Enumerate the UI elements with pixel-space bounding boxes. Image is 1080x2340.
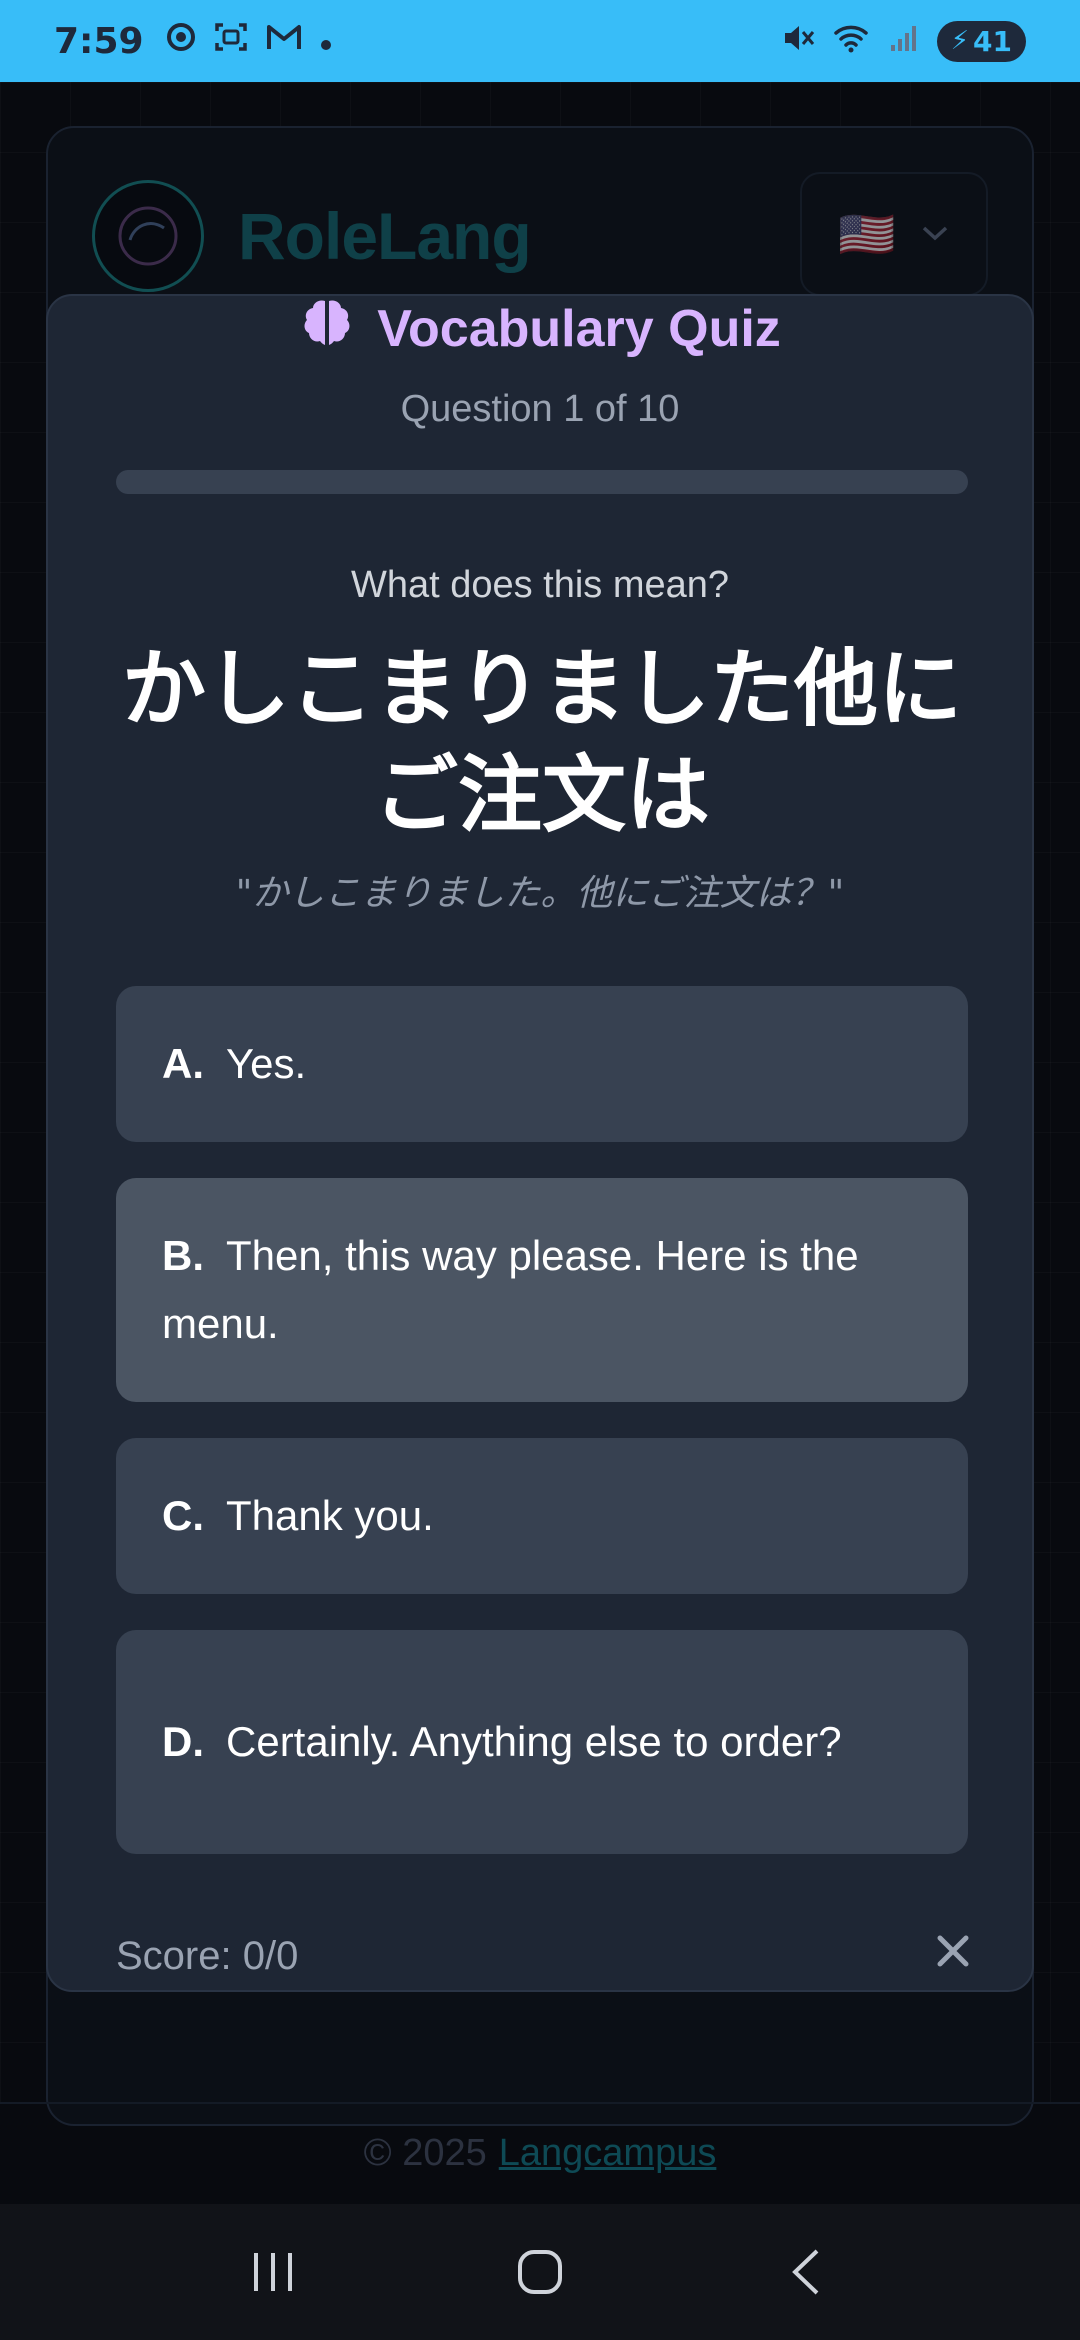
question-prompt: What does this mean?: [350, 564, 730, 606]
screenshot-icon: [214, 22, 248, 60]
chevron-down-icon: [920, 217, 950, 251]
battery-icon: ⚡ 41: [936, 20, 1026, 62]
question-counter: Question 1 of 10: [400, 388, 680, 430]
option-text: Yes.: [226, 1040, 307, 1087]
recent-apps-button[interactable]: [233, 2232, 313, 2312]
option-c-button[interactable]: C. Thank you.: [116, 1438, 968, 1594]
phrase-quote: "かしこまりました。他にご注文は？": [235, 873, 845, 914]
home-button[interactable]: [500, 2232, 580, 2312]
option-text: Certainly. Anything else to order?: [226, 1718, 842, 1765]
status-bar: 7:59 ⚡ 41: [0, 0, 1080, 82]
wifi-icon: [833, 22, 871, 61]
quiz-modal: Vocabulary Quiz Question 1 of 10 What do…: [46, 294, 1034, 1992]
quiz-title: Vocabulary Quiz: [48, 296, 1032, 362]
chrome-icon: [166, 22, 196, 60]
quiz-title-text: Vocabulary Quiz: [377, 300, 781, 358]
mute-icon: [781, 22, 815, 61]
brand-title: RoleLang: [238, 199, 532, 273]
option-letter: A.: [162, 1040, 204, 1087]
option-b-button[interactable]: B. Then, this way please. Here is the men…: [116, 1178, 968, 1402]
us-flag-icon: 🇺🇸: [838, 207, 896, 260]
option-d-button[interactable]: D. Certainly. Anything else to order?: [116, 1630, 968, 1854]
gmail-icon: [266, 23, 302, 59]
navigation-bar: [0, 2204, 1080, 2340]
brain-icon: [299, 296, 355, 364]
back-button[interactable]: [767, 2232, 847, 2312]
signal-icon: [889, 23, 919, 60]
option-a-button[interactable]: A. Yes.: [116, 986, 968, 1142]
battery-level: 41: [973, 24, 1012, 58]
option-letter: B.: [162, 1232, 204, 1279]
footer: © 2025 Langcampus: [0, 2102, 1080, 2202]
progress-bar: [116, 470, 968, 494]
close-icon[interactable]: [928, 1926, 978, 1976]
app-logo: [92, 180, 204, 292]
option-letter: D.: [162, 1718, 204, 1765]
option-text: Then, this way please. Here is the menu.: [162, 1232, 859, 1347]
option-letter: C.: [162, 1492, 204, 1539]
dot-icon: [320, 24, 332, 59]
score-display: Score: 0/0: [116, 1934, 299, 1978]
footer-link: Langcampus: [498, 2131, 717, 2174]
option-text: Thank you.: [226, 1492, 434, 1539]
footer-copyright: © 2025: [363, 2131, 487, 2174]
japanese-phrase: かしこまりました他にご注文は: [121, 640, 962, 844]
language-selector: 🇺🇸: [800, 172, 988, 296]
status-time: 7:59: [54, 20, 144, 62]
